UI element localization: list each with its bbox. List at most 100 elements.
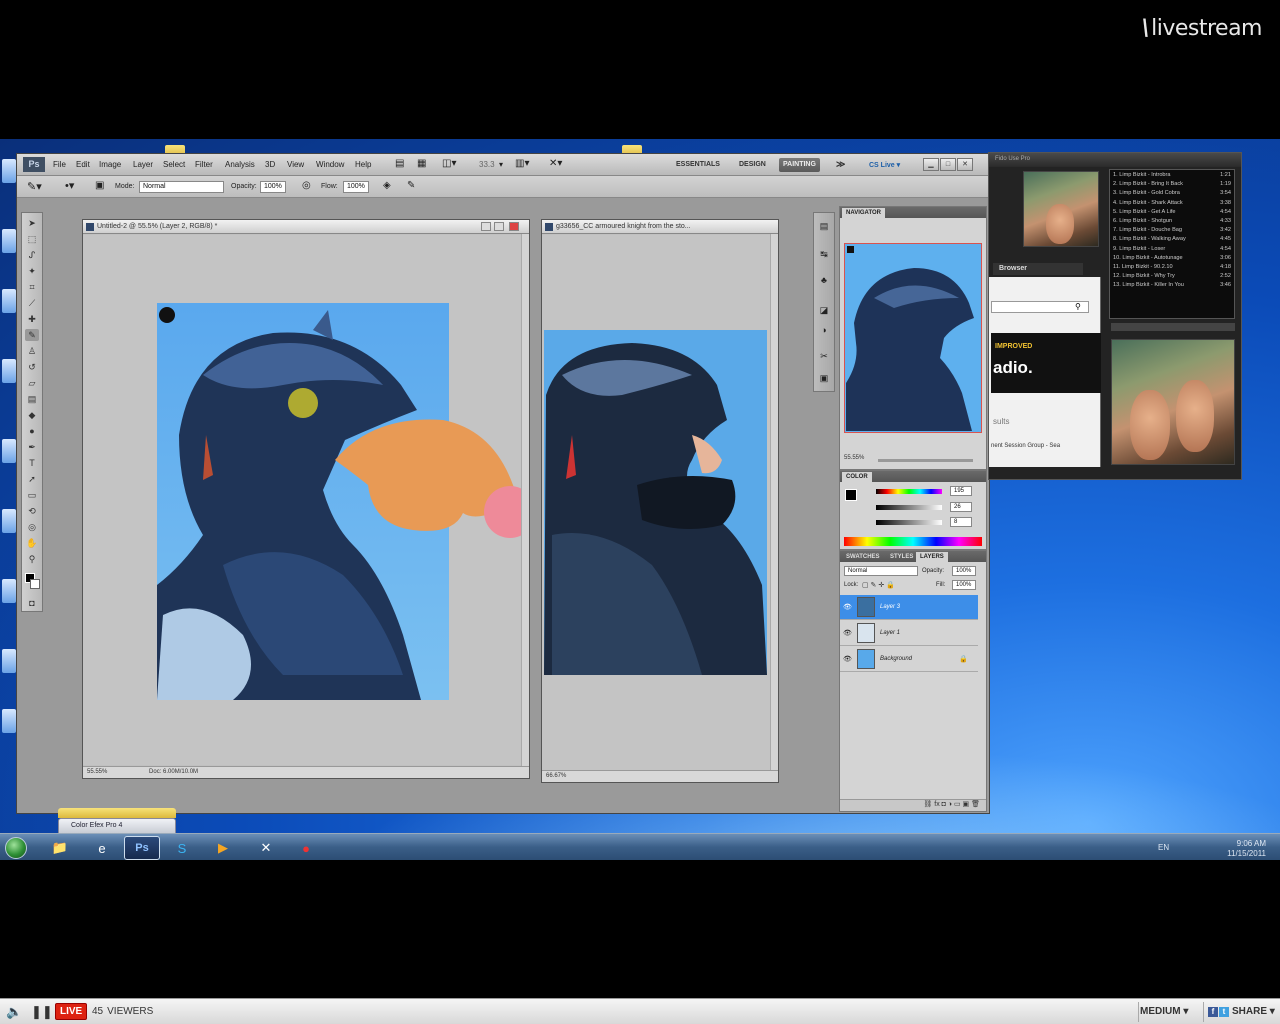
layer-opacity-field[interactable]: 100% bbox=[952, 566, 976, 576]
healing-brush-tool-icon[interactable]: ✚ bbox=[25, 313, 39, 325]
menu-layer[interactable]: Layer bbox=[133, 160, 153, 169]
move-tool-icon[interactable]: ➤ bbox=[25, 217, 39, 229]
radio-banner[interactable]: IMPROVED adio. bbox=[991, 333, 1101, 393]
color-efex-tab[interactable]: Color Efex Pro 4 bbox=[58, 818, 176, 834]
layers-footer-icons[interactable]: ⛓ fx ◘ ◑ ▭ ▣ 🗑 bbox=[840, 799, 986, 811]
menu-edit[interactable]: Edit bbox=[76, 160, 90, 169]
playlist-track[interactable]: 9. Limp Bizkit - Loser 4:54 bbox=[1113, 246, 1231, 255]
flow-field[interactable]: 100% bbox=[343, 181, 369, 193]
language-indicator[interactable]: EN bbox=[1158, 843, 1169, 852]
navigator-zoom-slider[interactable] bbox=[878, 459, 973, 462]
photoshop-taskbar-icon[interactable]: Ps bbox=[124, 836, 160, 860]
visibility-eye-icon[interactable]: 👁 bbox=[843, 655, 852, 663]
pen-tool-icon[interactable]: ✒ bbox=[25, 441, 39, 453]
livestream-logo[interactable]: \livestream bbox=[1142, 16, 1263, 41]
menu-3d[interactable]: 3D bbox=[265, 160, 275, 169]
tab-color[interactable]: COLOR bbox=[842, 472, 872, 482]
foreground-color-chip[interactable] bbox=[845, 489, 857, 501]
adjustments-panel-icon[interactable]: ◪ bbox=[818, 305, 830, 316]
quick-mask-icon[interactable]: ◘ bbox=[25, 597, 39, 609]
3d-orbit-tool-icon[interactable]: ◎ bbox=[25, 521, 39, 533]
playlist-track[interactable]: 11. Limp Bizkit - 90.2.10 4:18 bbox=[1113, 264, 1231, 273]
green-slider[interactable] bbox=[876, 505, 942, 510]
playlist-track[interactable]: 12. Limp Bizkit - Why Try 2:52 bbox=[1113, 273, 1231, 282]
clone-stamp-tool-icon[interactable]: ♙ bbox=[25, 345, 39, 357]
red-value[interactable]: 195 bbox=[950, 486, 972, 496]
blue-slider[interactable] bbox=[876, 520, 942, 525]
playlist-track[interactable]: 13. Limp Bizkit - Killer In You 3:46 bbox=[1113, 282, 1231, 291]
desktop-icon[interactable] bbox=[2, 649, 16, 673]
quality-select[interactable]: MEDIUM ▾ bbox=[1140, 1006, 1188, 1017]
menu-window[interactable]: Window bbox=[316, 160, 344, 169]
doc-minimize-button[interactable] bbox=[481, 222, 491, 231]
desktop-icon[interactable] bbox=[2, 359, 16, 383]
more-workspaces-icon[interactable]: ≫ bbox=[832, 156, 849, 170]
workspace-painting[interactable]: PAINTING bbox=[779, 158, 820, 172]
brush-panel-icon[interactable]: ▣ bbox=[95, 180, 104, 191]
pause-icon[interactable]: ❚❚ bbox=[31, 1004, 53, 1020]
desktop-icon[interactable] bbox=[2, 289, 16, 313]
document-tab[interactable]: g33656_CC armoured knight from the sto..… bbox=[542, 220, 778, 234]
close-button[interactable]: ✕ bbox=[957, 158, 973, 171]
tab-navigator[interactable]: NAVIGATOR bbox=[842, 208, 886, 218]
airbrush-icon[interactable]: ◈ bbox=[383, 180, 391, 191]
media-player-icon[interactable]: ▶ bbox=[205, 836, 241, 860]
internet-explorer-icon[interactable]: e bbox=[84, 836, 120, 860]
document-zoom[interactable]: 66.67% bbox=[546, 773, 566, 779]
mode-select[interactable]: Normal bbox=[139, 181, 224, 193]
menu-image[interactable]: Image bbox=[99, 160, 121, 169]
visibility-eye-icon[interactable]: 👁 bbox=[843, 629, 852, 637]
playlist-track[interactable]: 6. Limp Bizkit - Shotgun 4:33 bbox=[1113, 218, 1231, 227]
volume-icon[interactable]: 🔈 bbox=[6, 1004, 22, 1020]
actions-panel-icon[interactable]: ↹ bbox=[818, 249, 830, 260]
eraser-tool-icon[interactable]: ▱ bbox=[25, 377, 39, 389]
masks-panel-icon[interactable]: ◑ bbox=[818, 325, 830, 336]
blue-value[interactable]: 8 bbox=[950, 517, 972, 527]
view-extras-icon[interactable]: ◫▾ bbox=[442, 158, 456, 169]
history-brush-tool-icon[interactable]: ↺ bbox=[25, 361, 39, 373]
workspace-design[interactable]: DESIGN bbox=[735, 158, 770, 172]
menu-filter[interactable]: Filter bbox=[195, 160, 213, 169]
minimize-button[interactable]: ▁ bbox=[923, 158, 939, 171]
desktop-icon[interactable] bbox=[2, 439, 16, 463]
start-button[interactable] bbox=[5, 837, 27, 859]
brush-preset-icon[interactable]: ✎▾ bbox=[27, 180, 42, 193]
browser-tab[interactable]: Browser bbox=[993, 263, 1083, 275]
zoom-tool-icon[interactable]: ⚲ bbox=[25, 553, 39, 565]
screen-mode-icon[interactable]: ✕▾ bbox=[549, 158, 562, 169]
crop-tool-icon[interactable]: ⌗ bbox=[25, 281, 39, 293]
tool-icon[interactable]: ✕ bbox=[248, 836, 284, 860]
cs-live-button[interactable]: CS Live ▾ bbox=[865, 158, 904, 172]
3d-rotate-tool-icon[interactable]: ⟲ bbox=[25, 505, 39, 517]
player-controls[interactable] bbox=[1111, 323, 1235, 331]
clock-date[interactable]: 11/15/2011 bbox=[1227, 849, 1266, 858]
layer-row[interactable]: 👁 Background 🔒 bbox=[840, 647, 978, 672]
playlist-track[interactable]: 5. Limp Bizkit - Get A Life 4:54 bbox=[1113, 209, 1231, 218]
document-zoom[interactable]: 55.55% bbox=[87, 769, 107, 775]
history-panel-icon[interactable]: ▤ bbox=[818, 221, 830, 232]
skype-icon[interactable]: S bbox=[164, 836, 200, 860]
lock-icons[interactable]: ▢ ✎ ✛ 🔒 bbox=[862, 581, 895, 589]
blur-tool-icon[interactable]: ◆ bbox=[25, 409, 39, 421]
background-color-swatch[interactable] bbox=[30, 579, 40, 589]
playlist-track[interactable]: 1. Limp Bizkit - Introbra 1:21 bbox=[1113, 172, 1231, 181]
clone-source-panel-icon[interactable]: ▣ bbox=[818, 373, 830, 384]
navigator-thumbnail[interactable] bbox=[844, 243, 982, 433]
doc-maximize-button[interactable] bbox=[494, 222, 504, 231]
hand-tool-icon[interactable]: ✋ bbox=[25, 537, 39, 549]
clock-time[interactable]: 9:06 AM bbox=[1237, 839, 1266, 848]
reference-canvas[interactable] bbox=[542, 235, 770, 772]
brush-size-icon[interactable]: •▾ bbox=[65, 179, 74, 192]
blend-mode-select[interactable]: Normal bbox=[844, 566, 918, 576]
opacity-field[interactable]: 100% bbox=[260, 181, 286, 193]
mini-bridge-icon[interactable]: ▦ bbox=[417, 158, 426, 169]
playlist-track[interactable]: 8. Limp Bizkit - Walking Away 4:45 bbox=[1113, 236, 1231, 245]
playlist[interactable]: 1. Limp Bizkit - Introbra 1:21 2. Limp Bi… bbox=[1109, 169, 1235, 319]
navigator-zoom[interactable]: 55.55% bbox=[844, 455, 864, 461]
vertical-scrollbar[interactable] bbox=[770, 234, 778, 770]
maximize-button[interactable]: □ bbox=[940, 158, 956, 171]
desktop-icon[interactable] bbox=[2, 709, 16, 733]
tab-styles[interactable]: STYLES bbox=[886, 552, 917, 562]
playlist-track[interactable]: 10. Limp Bizkit - Autotunage 3:06 bbox=[1113, 255, 1231, 264]
eyedropper-tool-icon[interactable]: ⟋ bbox=[25, 297, 39, 309]
